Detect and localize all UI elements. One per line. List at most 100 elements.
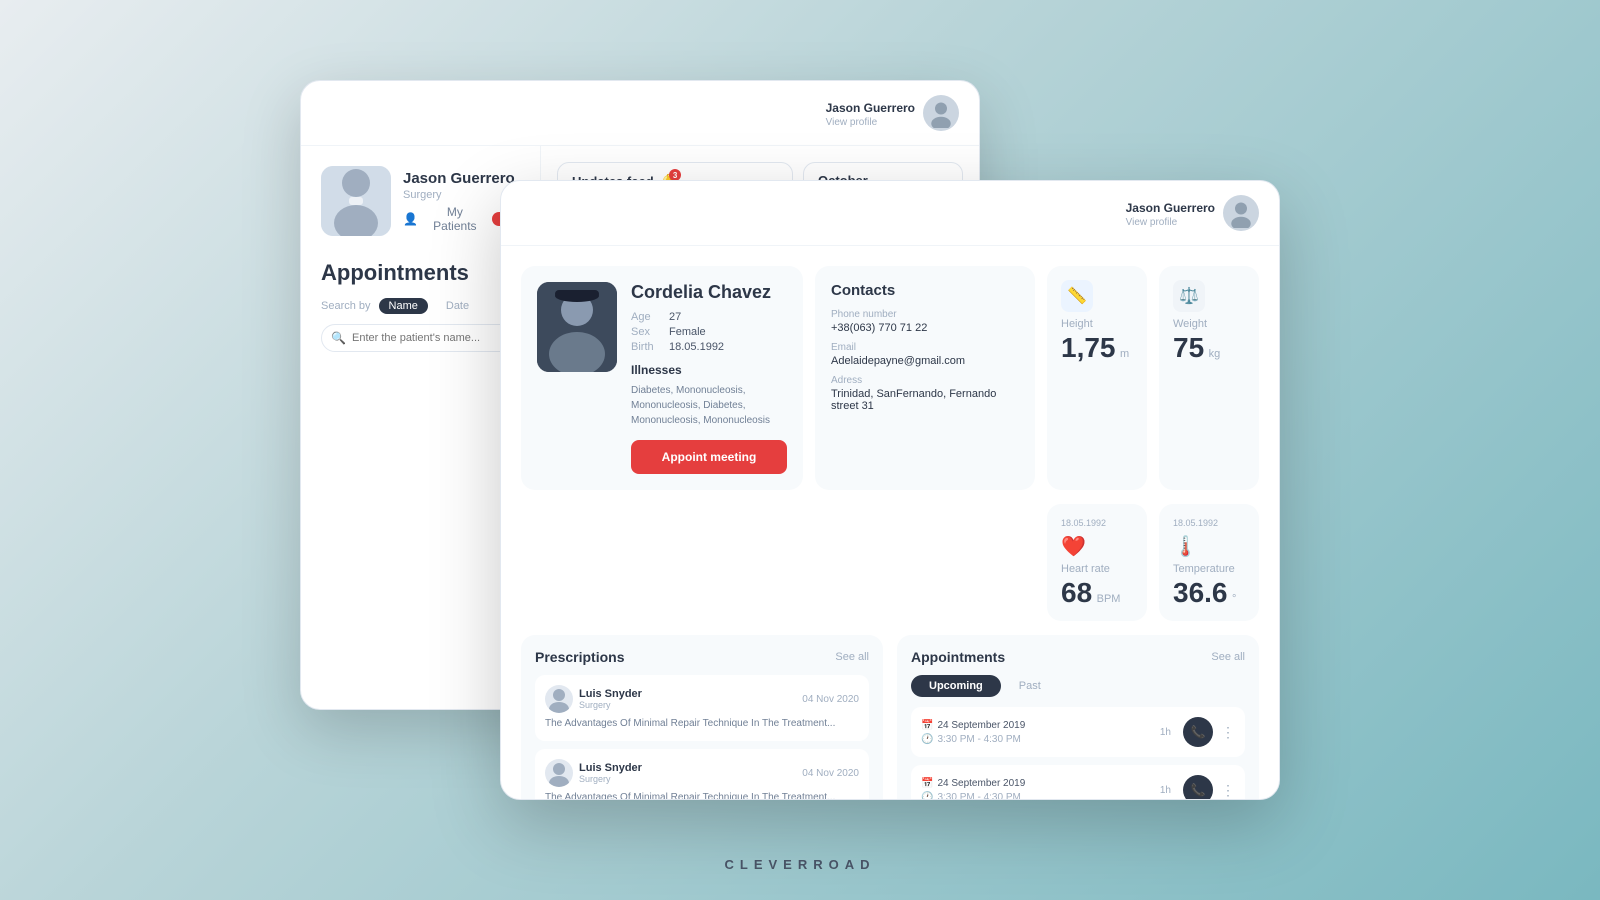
weight-value-row: 75 kg [1173, 334, 1245, 362]
appt-time: 3:30 PM - 4:30 PM [937, 734, 1020, 745]
weight-label: Weight [1173, 318, 1245, 330]
appointments-section-header: Appointments See all [911, 649, 1245, 665]
scene: Jason Guerrero View profile [300, 80, 1300, 820]
call-button[interactable]: 📞 [1183, 775, 1213, 800]
email-section: Email Adelaidepayne@gmail.com [831, 342, 1019, 367]
search-input[interactable] [321, 324, 520, 352]
sex-value: Female [669, 326, 706, 338]
height-label: Height [1061, 318, 1133, 330]
presc-dept: Surgery [579, 700, 642, 710]
prescriptions-see-all[interactable]: See all [835, 651, 869, 663]
calendar-icon-small: 📅 [921, 720, 933, 731]
heart-rate-label: Heart rate [1061, 563, 1133, 575]
front-card-body: Cordelia Chavez Age 27 Sex Female Birth … [501, 246, 1279, 800]
phone-section: Phone number +38(063) 770 71 22 [831, 309, 1019, 334]
prescriptions-header: Prescriptions See all [535, 649, 869, 665]
back-header-profile: Jason Guerrero View profile [826, 95, 959, 131]
presc-person: Luis Snyder Surgery [545, 759, 642, 787]
back-card-header: Jason Guerrero View profile [301, 81, 979, 146]
appointments-section-title: Appointments [911, 649, 1005, 665]
address-section: Adress Trinidad, SanFernando, Fernando s… [831, 375, 1019, 412]
search-input-wrap: 🔍 [321, 324, 520, 352]
weight-unit: kg [1209, 348, 1221, 360]
height-icon-bg: 📏 [1061, 280, 1093, 312]
heart-rate-card: 18.05.1992 ❤️ Heart rate 68 BPM [1047, 504, 1147, 621]
presc-date: 04 Nov 2020 [802, 694, 859, 705]
search-pill-date[interactable]: Date [436, 298, 479, 314]
sex-row: Sex Female [631, 326, 787, 338]
search-by-label: Search by [321, 300, 371, 312]
thermometer-icon: 🌡️ [1173, 534, 1245, 559]
clock-icon-small: 🕐 [921, 734, 933, 745]
appointments-title: Appointments [321, 260, 520, 286]
appt-date-row: 📅 24 September 2019 [921, 720, 1152, 731]
heart-rate-value-row: 68 BPM [1061, 579, 1133, 607]
appointments-see-all[interactable]: See all [1211, 651, 1245, 663]
doctor-profile: Jason Guerrero Surgery 👤 My Patients 20 [321, 166, 520, 236]
temperature-card: 18.05.1992 🌡️ Temperature 36.6 ° [1159, 504, 1259, 621]
presc-text: The Advantages Of Minimal Repair Techniq… [545, 717, 859, 731]
doctor-name: Jason Guerrero [403, 170, 520, 187]
birth-label: Birth [631, 341, 661, 353]
front-card-header: Jason Guerrero View profile [501, 181, 1279, 246]
more-options-button[interactable]: ⋮ [1221, 782, 1235, 799]
appointment-item: 📅 24 September 2019 🕐 3:30 PM - 4:30 PM … [911, 707, 1245, 757]
appt-tab-bar: Upcoming Past [911, 675, 1245, 697]
age-row: Age 27 [631, 311, 787, 323]
more-options-button[interactable]: ⋮ [1221, 724, 1235, 741]
patient-profile: Cordelia Chavez Age 27 Sex Female Birth … [521, 266, 803, 490]
heart-rate-unit: BPM [1097, 593, 1121, 605]
birth-row: Birth 18.05.1992 [631, 341, 787, 353]
address-value: Trinidad, SanFernando, Fernando street 3… [831, 388, 1019, 412]
heart-rate-date: 18.05.1992 [1061, 518, 1133, 528]
bottom-row: Prescriptions See all Luis Snyder [521, 635, 1259, 800]
presc-avatar [545, 685, 573, 713]
illnesses-block: Illnesses Diabetes, Mononucleosis, Monon… [631, 363, 787, 428]
age-value: 27 [669, 311, 681, 323]
search-pill-name[interactable]: Name [379, 298, 428, 314]
appt-tab-upcoming[interactable]: Upcoming [911, 675, 1001, 697]
appt-tab-past[interactable]: Past [1005, 675, 1055, 697]
appointment-item: 📅 24 September 2019 🕐 3:30 PM - 4:30 PM … [911, 765, 1245, 800]
height-card: 📏 Height 1,75 m [1047, 266, 1147, 490]
patient-big-avatar [537, 282, 617, 372]
presc-dept: Surgery [579, 774, 642, 784]
front-header-profile: Jason Guerrero View profile [1126, 195, 1259, 231]
back-header-avatar [923, 95, 959, 131]
phone-value: +38(063) 770 71 22 [831, 322, 1019, 334]
appointments-section-front: Appointments See all Upcoming Past 📅 24 … [897, 635, 1259, 800]
appoint-meeting-button[interactable]: Appoint meeting [631, 440, 787, 474]
birth-value: 18.05.1992 [669, 341, 724, 353]
patient-full-name: Cordelia Chavez [631, 282, 787, 303]
weight-icon: ⚖️ [1179, 286, 1199, 306]
prescription-item: Luis Snyder Surgery 04 Nov 2020 The Adva… [535, 675, 869, 741]
presc-item-header: Luis Snyder Surgery 04 Nov 2020 [545, 685, 859, 713]
top-info-grid: Cordelia Chavez Age 27 Sex Female Birth … [521, 266, 1259, 490]
appt-time-row: 🕐 3:30 PM - 4:30 PM [921, 734, 1152, 745]
phone-label: Phone number [831, 309, 1019, 320]
front-header-username: Jason Guerrero [1126, 201, 1215, 215]
call-button[interactable]: 📞 [1183, 717, 1213, 747]
height-value-row: 1,75 m [1061, 334, 1133, 362]
search-by: Search by Name Date [321, 298, 520, 314]
appt-item-info: 📅 24 September 2019 🕐 3:30 PM - 4:30 PM [921, 720, 1152, 745]
illnesses-label: Illnesses [631, 363, 787, 377]
heart-icon: ❤️ [1061, 534, 1133, 559]
brand-label: CLEVERROAD [724, 857, 875, 872]
illnesses-text: Diabetes, Mononucleosis, Mononucleosis, … [631, 383, 787, 428]
height-unit: m [1120, 348, 1129, 360]
height-value: 1,75 [1061, 332, 1116, 363]
temperature-date: 18.05.1992 [1173, 518, 1245, 528]
front-header-avatar [1223, 195, 1259, 231]
contacts-card: Contacts Phone number +38(063) 770 71 22… [815, 266, 1035, 490]
my-patients-label: My Patients [424, 205, 486, 233]
appointments-section: Appointments Search by Name Date 🔍 [321, 260, 520, 364]
weight-icon-bg: ⚖️ [1173, 280, 1205, 312]
back-header-view-profile[interactable]: View profile [826, 117, 915, 128]
front-header-view-profile[interactable]: View profile [1126, 217, 1215, 228]
presc-person: Luis Snyder Surgery [545, 685, 642, 713]
appt-time-row: 🕐 3:30 PM - 4:30 PM [921, 792, 1152, 801]
sex-label: Sex [631, 326, 661, 338]
weight-card: ⚖️ Weight 75 kg [1159, 266, 1259, 490]
temperature-value-row: 36.6 ° [1173, 579, 1245, 607]
